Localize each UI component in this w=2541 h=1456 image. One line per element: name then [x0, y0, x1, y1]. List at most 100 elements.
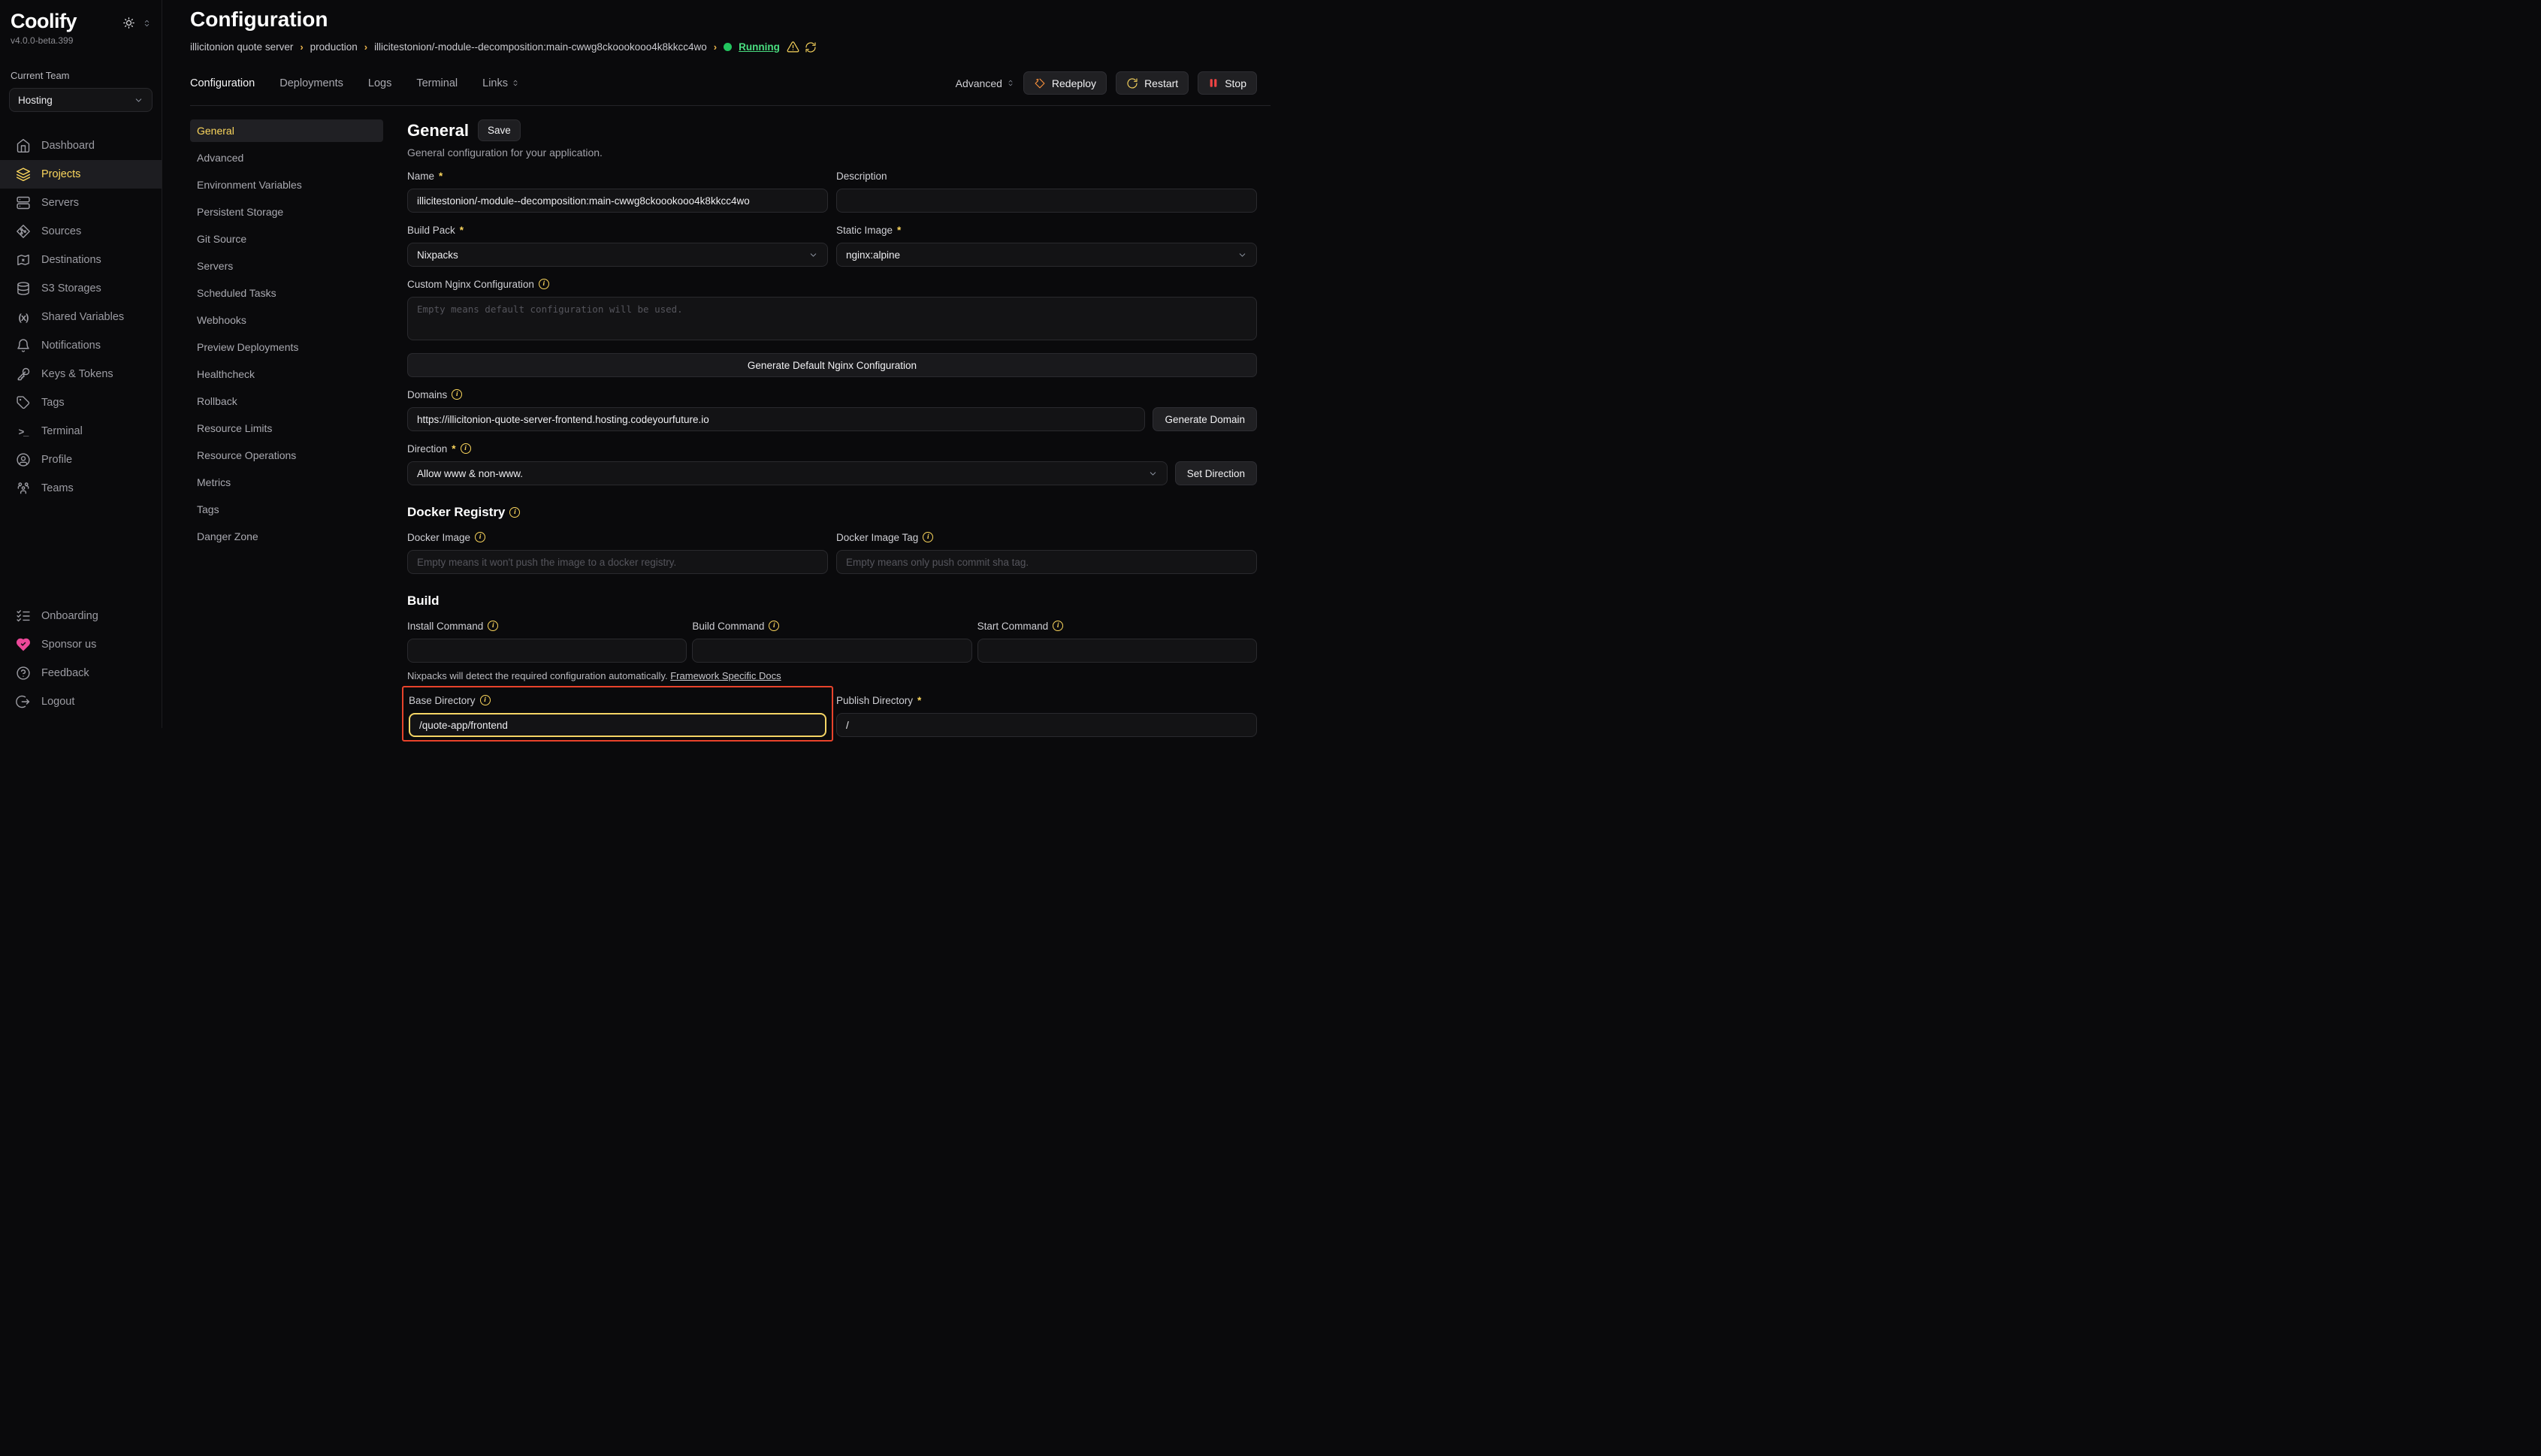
sidebar-item-tags[interactable]: Tags [0, 388, 162, 417]
build-heading: Build [407, 594, 1257, 609]
sidebar-item-notifications[interactable]: Notifications [0, 331, 162, 360]
chevron-down-icon [1148, 469, 1158, 479]
sidebar-item-keys-tokens[interactable]: Keys & Tokens [0, 360, 162, 388]
breadcrumb-project[interactable]: illicitonion quote server [190, 41, 293, 53]
cfg-item-tags[interactable]: Tags [190, 498, 383, 521]
bell-icon [16, 338, 31, 353]
base-directory-input[interactable] [409, 713, 826, 737]
install-command-label: Install Commandi [407, 619, 687, 633]
breadcrumb: illicitonion quote server › production ›… [190, 41, 1257, 53]
cfg-item-servers[interactable]: Servers [190, 255, 383, 277]
tab-links[interactable]: Links [482, 77, 519, 89]
sidebar-item-shared-variables[interactable]: (x) Shared Variables [0, 303, 162, 331]
sidebar-item-destinations[interactable]: Destinations [0, 246, 162, 274]
sidebar-item-sponsor[interactable]: Sponsor us [0, 630, 162, 659]
framework-docs-link[interactable]: Framework Specific Docs [670, 670, 781, 681]
cfg-item-webhooks[interactable]: Webhooks [190, 309, 383, 331]
tab-logs[interactable]: Logs [368, 77, 391, 89]
breadcrumb-resource[interactable]: illicitestonion/-module--decomposition:m… [374, 41, 707, 53]
map-icon [16, 252, 31, 267]
restart-button[interactable]: Restart [1116, 71, 1189, 95]
nginx-config-textarea[interactable] [407, 297, 1257, 340]
set-direction-button[interactable]: Set Direction [1175, 461, 1257, 485]
sidebar-item-profile[interactable]: Profile [0, 446, 162, 474]
general-form: General Save General configuration for y… [407, 119, 1257, 728]
cfg-item-scheduled-tasks[interactable]: Scheduled Tasks [190, 282, 383, 304]
cfg-item-persistent-storage[interactable]: Persistent Storage [190, 201, 383, 223]
sidebar-item-sources[interactable]: Sources [0, 217, 162, 246]
cfg-item-resource-limits[interactable]: Resource Limits [190, 417, 383, 440]
docker-image-tag-input[interactable] [836, 550, 1257, 574]
tab-deployments[interactable]: Deployments [279, 77, 343, 89]
build-pack-select[interactable]: Nixpacks [407, 243, 828, 267]
warning-triangle-icon[interactable] [787, 41, 799, 53]
sidebar-item-projects[interactable]: Projects [0, 160, 162, 189]
static-image-select[interactable]: nginx:alpine [836, 243, 1257, 267]
name-label: Name* [407, 169, 828, 183]
info-icon: i [923, 532, 933, 542]
name-input[interactable] [407, 189, 828, 213]
cfg-item-resource-operations[interactable]: Resource Operations [190, 444, 383, 467]
theme-toggle-sun-icon[interactable] [122, 17, 135, 33]
description-input[interactable] [836, 189, 1257, 213]
sidebar-item-teams[interactable]: Teams [0, 474, 162, 503]
page-title: Configuration [190, 8, 1257, 32]
install-command-input[interactable] [407, 639, 687, 663]
sidebar-footer: Onboarding Sponsor us Feedback Logout [0, 602, 162, 716]
publish-directory-input[interactable] [836, 713, 1257, 737]
cfg-item-environment-variables[interactable]: Environment Variables [190, 174, 383, 196]
sidebar-item-feedback[interactable]: Feedback [0, 659, 162, 687]
status-dot [724, 43, 732, 51]
stop-button[interactable]: Stop [1198, 71, 1257, 95]
save-button[interactable]: Save [478, 119, 521, 141]
sidebar-collapse-chevrons-icon[interactable] [143, 18, 151, 32]
description-label: Description [836, 169, 1257, 183]
tag-icon [16, 395, 31, 410]
info-icon: i [452, 389, 462, 400]
nginx-config-label: Custom Nginx Configurationi [407, 277, 1257, 291]
sidebar-item-s3-storages[interactable]: S3 Storages [0, 274, 162, 303]
team-select-value: Hosting [18, 95, 53, 106]
info-icon: i [1053, 621, 1063, 631]
docker-image-input[interactable] [407, 550, 828, 574]
status-running-link[interactable]: Running [739, 41, 780, 53]
cfg-item-git-source[interactable]: Git Source [190, 228, 383, 250]
tab-configuration[interactable]: Configuration [190, 77, 255, 89]
domains-input[interactable] [407, 407, 1145, 431]
start-command-input[interactable] [977, 639, 1257, 663]
chevron-right-icon: › [300, 41, 303, 53]
cfg-item-general[interactable]: General [190, 119, 383, 142]
tab-actions: Advanced Redeploy Restart Stop [956, 71, 1257, 95]
cfg-item-preview-deployments[interactable]: Preview Deployments [190, 336, 383, 358]
sidebar-item-servers[interactable]: Servers [0, 189, 162, 217]
advanced-toggle[interactable]: Advanced [956, 77, 1014, 89]
cfg-item-advanced[interactable]: Advanced [190, 147, 383, 169]
team-select[interactable]: Hosting [9, 88, 153, 112]
braces-x-icon: (x) [16, 312, 31, 323]
sidebar-item-onboarding[interactable]: Onboarding [0, 602, 162, 630]
refresh-icon[interactable] [805, 41, 817, 53]
cfg-item-metrics[interactable]: Metrics [190, 471, 383, 494]
breadcrumb-environment[interactable]: production [310, 41, 358, 53]
cfg-item-rollback[interactable]: Rollback [190, 390, 383, 412]
build-command-label: Build Commandi [692, 619, 971, 633]
redeploy-button[interactable]: Redeploy [1023, 71, 1107, 95]
sidebar-item-terminal[interactable]: >_ Terminal [0, 417, 162, 446]
build-command-input[interactable] [692, 639, 971, 663]
direction-select[interactable]: Allow www & non-www. [407, 461, 1168, 485]
terminal-icon: >_ [16, 426, 31, 437]
start-command-label: Start Commandi [977, 619, 1257, 633]
generate-nginx-button[interactable]: Generate Default Nginx Configuration [407, 353, 1257, 377]
generate-domain-button[interactable]: Generate Domain [1153, 407, 1257, 431]
app-root: Coolify v4.0.0-beta.399 Current Team Hos… [0, 0, 1270, 728]
sidebar-item-dashboard[interactable]: Dashboard [0, 131, 162, 160]
cfg-item-danger-zone[interactable]: Danger Zone [190, 525, 383, 548]
sidebar-item-logout[interactable]: Logout [0, 687, 162, 716]
home-icon [16, 138, 31, 153]
heart-icon [16, 637, 31, 652]
info-icon: i [488, 621, 498, 631]
tab-terminal[interactable]: Terminal [416, 77, 458, 89]
info-icon: i [475, 532, 485, 542]
cfg-item-healthcheck[interactable]: Healthcheck [190, 363, 383, 385]
info-icon: i [509, 507, 520, 518]
